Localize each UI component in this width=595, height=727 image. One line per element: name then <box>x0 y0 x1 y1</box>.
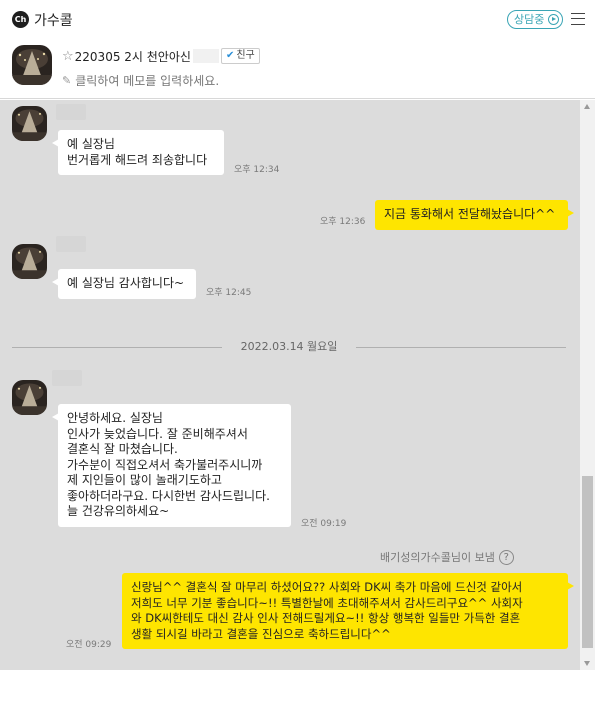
avatar[interactable] <box>12 106 47 141</box>
friend-badge: ✔ 친구 <box>220 48 260 64</box>
sender-name-redaction <box>56 104 86 120</box>
message-time: 오후 12:45 <box>206 288 252 298</box>
memo-input[interactable]: ✎ 클릭하여 메모를 입력하세요. <box>62 72 219 89</box>
input-area[interactable] <box>0 670 595 727</box>
sent-by-row: 배기성의가수콜님이 보냄 ? <box>380 549 514 565</box>
name-redaction <box>192 49 219 63</box>
star-icon[interactable]: ☆ <box>62 49 74 64</box>
app-name: 가수콜 <box>34 13 73 29</box>
avatar[interactable] <box>12 380 47 415</box>
friend-label: 친구 <box>236 50 255 61</box>
profile-name-row: ☆ 220305 2시 천안아신 ✔ 친구 <box>62 47 260 65</box>
chat-window: Ch 가수콜 상담중 ☆ 220305 2시 천안아신 ✔ 친구 ✎ 클릭하여 … <box>0 0 595 727</box>
message-time: 오전 09:29 <box>66 640 112 650</box>
play-icon <box>548 14 560 25</box>
date-separator: 2022.03.14 월요일 <box>12 339 566 355</box>
date-label: 2022.03.14 월요일 <box>240 340 338 353</box>
message-time: 오전 09:19 <box>301 519 347 529</box>
scroll-thumb[interactable] <box>582 476 593 648</box>
message-bubble-in[interactable]: 예 실장님 번거롭게 해드려 죄송합니다 <box>52 130 224 175</box>
message-time: 오후 12:36 <box>320 217 366 227</box>
chat-area[interactable]: 예 실장님 번거롭게 해드려 죄송합니다 오후 12:34 오후 12:36 지… <box>0 100 580 670</box>
memo-placeholder: 클릭하여 메모를 입력하세요. <box>75 74 220 88</box>
check-icon: ✔ <box>225 50 235 61</box>
message-time: 오후 12:34 <box>234 165 280 175</box>
pencil-icon: ✎ <box>62 74 72 87</box>
scroll-up-icon[interactable] <box>584 104 590 109</box>
top-bar: Ch 가수콜 상담중 <box>0 0 595 40</box>
status-button[interactable]: 상담중 <box>507 10 564 29</box>
message-bubble-out[interactable]: 지금 통화해서 전달해놨습니다^^ <box>375 200 574 230</box>
sender-name-redaction <box>52 370 82 386</box>
message-bubble-out[interactable]: 신랑님^^ 결혼식 잘 마무리 하셨어요?? 사회와 DK씨 축가 마음에 드신… <box>122 573 574 649</box>
sender-name-redaction <box>56 236 86 252</box>
channel-logo-icon: Ch <box>12 11 29 28</box>
status-label: 상담중 <box>514 13 545 26</box>
profile-header: ☆ 220305 2시 천안아신 ✔ 친구 ✎ 클릭하여 메모를 입력하세요. <box>0 40 595 99</box>
sent-by-label: 배기성의가수콜님이 보냄 <box>380 551 495 564</box>
scrollbar[interactable] <box>580 100 595 670</box>
menu-icon[interactable] <box>571 13 585 25</box>
scroll-down-icon[interactable] <box>584 661 590 666</box>
message-bubble-in[interactable]: 예 실장님 감사합니다~ <box>52 269 196 299</box>
avatar[interactable] <box>12 244 47 279</box>
avatar[interactable] <box>12 45 52 85</box>
profile-name: 220305 2시 천안아신 <box>74 49 191 64</box>
help-icon[interactable]: ? <box>498 549 514 565</box>
message-bubble-in[interactable]: 안녕하세요. 실장님 인사가 늦었습니다. 잘 준비해주셔서 결혼식 잘 마쳤습… <box>52 404 291 527</box>
